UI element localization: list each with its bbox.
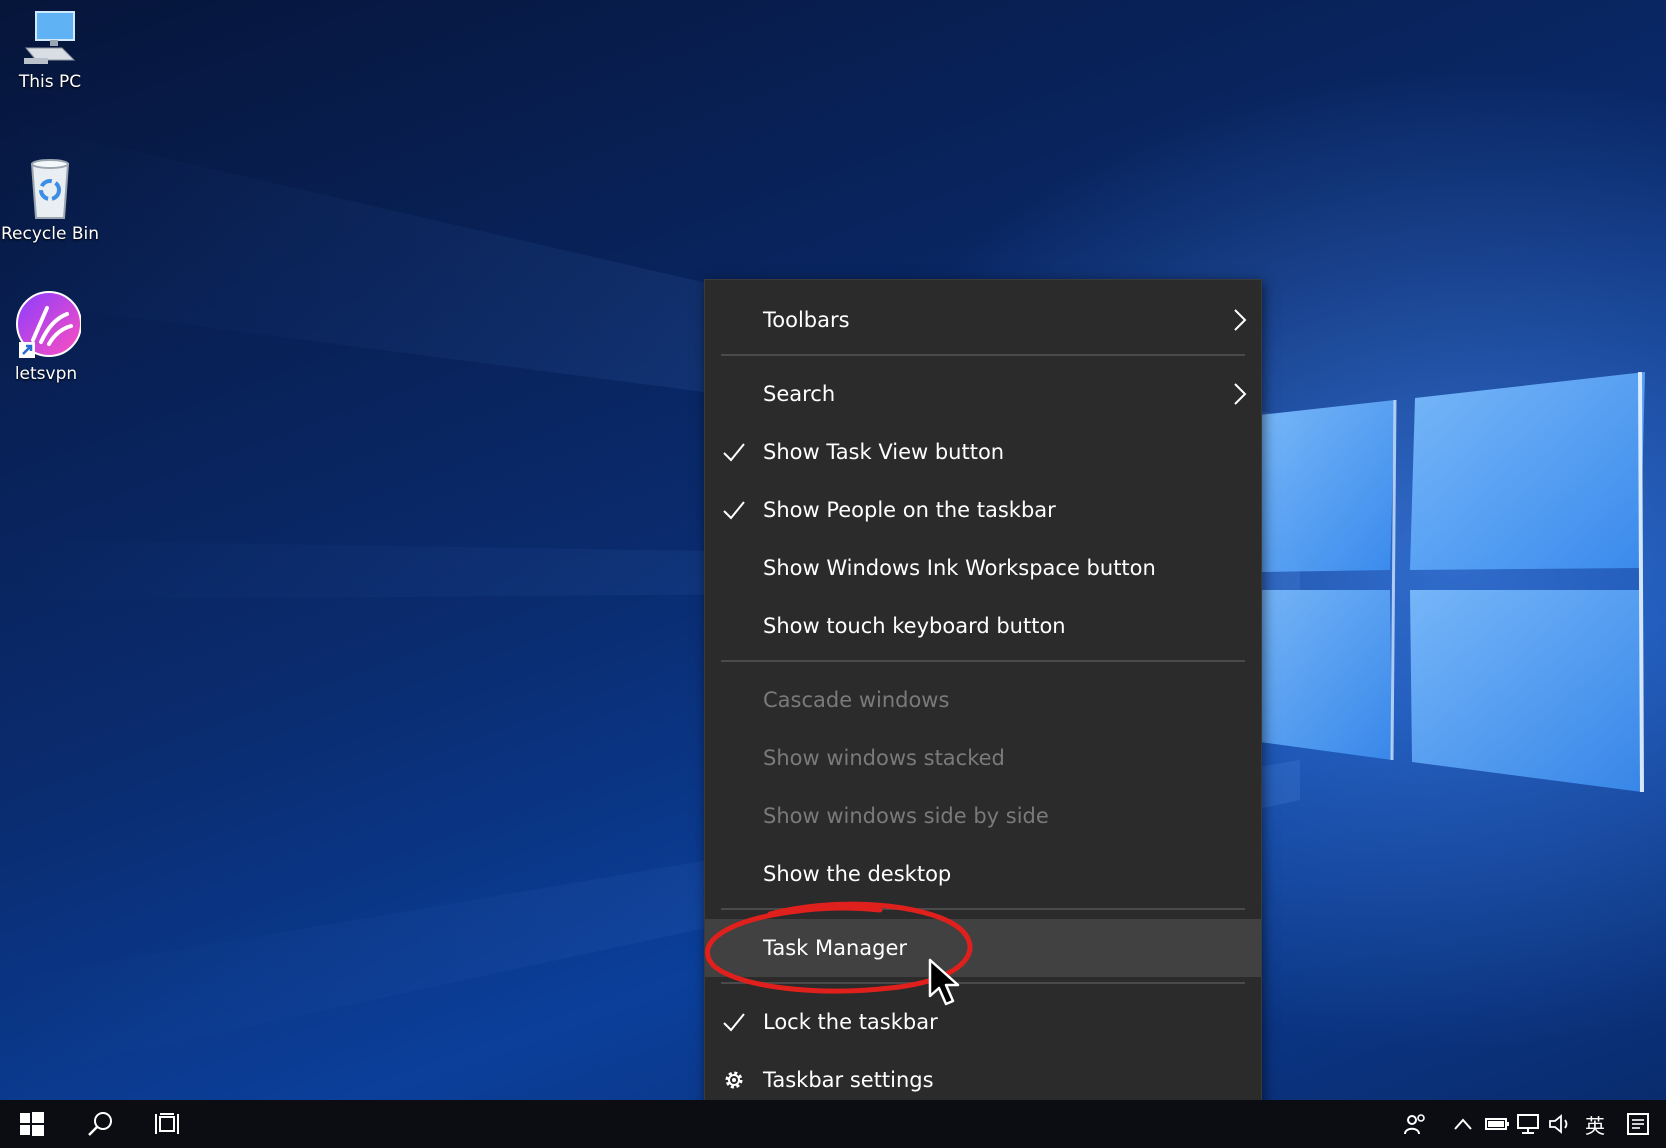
battery-icon bbox=[1485, 1118, 1509, 1130]
search-button[interactable] bbox=[68, 1100, 132, 1148]
menu-item-label: Show the desktop bbox=[763, 862, 952, 886]
menu-item-search[interactable]: Search bbox=[705, 365, 1261, 423]
menu-item-label: Show Windows Ink Workspace button bbox=[763, 556, 1156, 580]
volume-icon bbox=[1549, 1114, 1568, 1134]
mouse-cursor-icon bbox=[928, 958, 960, 1006]
tray-network[interactable] bbox=[1514, 1100, 1544, 1148]
people-icon bbox=[1404, 1114, 1425, 1135]
checkmark-icon bbox=[723, 501, 745, 520]
chevron-right-icon bbox=[1234, 309, 1247, 331]
ime-indicator: 英 bbox=[1585, 1113, 1605, 1138]
gear-icon bbox=[725, 1071, 743, 1089]
tray-battery[interactable] bbox=[1482, 1100, 1512, 1148]
chevron-right-icon bbox=[1234, 383, 1247, 405]
task-view-icon bbox=[155, 1113, 179, 1134]
desktop-icon-letsvpn[interactable]: letsvpn bbox=[0, 290, 96, 384]
menu-item-show-ink-workspace[interactable]: Show Windows Ink Workspace button bbox=[705, 539, 1261, 597]
menu-item-show-task-view[interactable]: Show Task View button bbox=[705, 423, 1261, 481]
desktop-icon-this-pc[interactable]: This PC bbox=[0, 8, 100, 92]
tray-ime[interactable]: 英 bbox=[1578, 1100, 1612, 1148]
notification-icon bbox=[1627, 1113, 1649, 1135]
menu-item-label: Show Task View button bbox=[763, 440, 1005, 464]
menu-item-label: Cascade windows bbox=[763, 688, 950, 712]
menu-item-show-desktop[interactable]: Show the desktop bbox=[705, 845, 1261, 903]
menu-item-label: Task Manager bbox=[763, 936, 908, 960]
tray-show-hidden[interactable] bbox=[1448, 1100, 1478, 1148]
chevron-up-icon bbox=[1454, 1118, 1472, 1130]
menu-item-label: Show People on the taskbar bbox=[763, 498, 1056, 522]
menu-separator bbox=[721, 354, 1245, 356]
menu-item-label: Show windows side by side bbox=[763, 804, 1049, 828]
taskbar-context-menu: Toolbars Search Show Task View button Sh… bbox=[704, 279, 1262, 1121]
tray-people[interactable] bbox=[1398, 1100, 1432, 1148]
menu-item-label: Lock the taskbar bbox=[763, 1010, 938, 1034]
menu-separator bbox=[721, 982, 1245, 984]
search-icon bbox=[88, 1112, 112, 1136]
menu-item-task-manager[interactable]: Task Manager bbox=[705, 919, 1261, 977]
checkmark-icon bbox=[723, 1013, 745, 1032]
menu-item-show-people[interactable]: Show People on the taskbar bbox=[705, 481, 1261, 539]
menu-item-cascade-windows: Cascade windows bbox=[705, 671, 1261, 729]
menu-item-label: Show windows stacked bbox=[763, 746, 1005, 770]
letsvpn-app-icon bbox=[16, 291, 81, 358]
checkmark-icon bbox=[723, 443, 745, 462]
windows-start-icon bbox=[20, 1112, 44, 1136]
menu-separator bbox=[721, 908, 1245, 910]
tray-notifications[interactable] bbox=[1620, 1100, 1656, 1148]
desktop-icon-label: Recycle Bin bbox=[0, 224, 99, 244]
menu-item-label: Toolbars bbox=[763, 308, 850, 332]
menu-item-label: Taskbar settings bbox=[763, 1068, 934, 1092]
menu-item-windows-stacked: Show windows stacked bbox=[705, 729, 1261, 787]
menu-item-label: Show touch keyboard button bbox=[763, 614, 1066, 638]
menu-item-toolbars[interactable]: Toolbars bbox=[705, 291, 1261, 349]
desktop-icon-recycle-bin[interactable]: Recycle Bin bbox=[0, 156, 100, 244]
desktop-icon-label: This PC bbox=[18, 72, 82, 92]
desktop-icon-label: letsvpn bbox=[14, 364, 78, 384]
taskbar: 英 bbox=[0, 1100, 1666, 1148]
computer-icon bbox=[24, 11, 76, 64]
menu-item-windows-side-by-side: Show windows side by side bbox=[705, 787, 1261, 845]
tray-volume[interactable] bbox=[1546, 1100, 1576, 1148]
network-icon bbox=[1517, 1114, 1539, 1134]
menu-separator bbox=[721, 660, 1245, 662]
menu-item-label: Search bbox=[763, 382, 836, 406]
recycle-bin-icon bbox=[30, 159, 70, 219]
menu-item-lock-taskbar[interactable]: Lock the taskbar bbox=[705, 993, 1261, 1051]
menu-item-show-touch-keyboard[interactable]: Show touch keyboard button bbox=[705, 597, 1261, 655]
task-view-button[interactable] bbox=[136, 1100, 200, 1148]
start-button[interactable] bbox=[0, 1100, 64, 1148]
